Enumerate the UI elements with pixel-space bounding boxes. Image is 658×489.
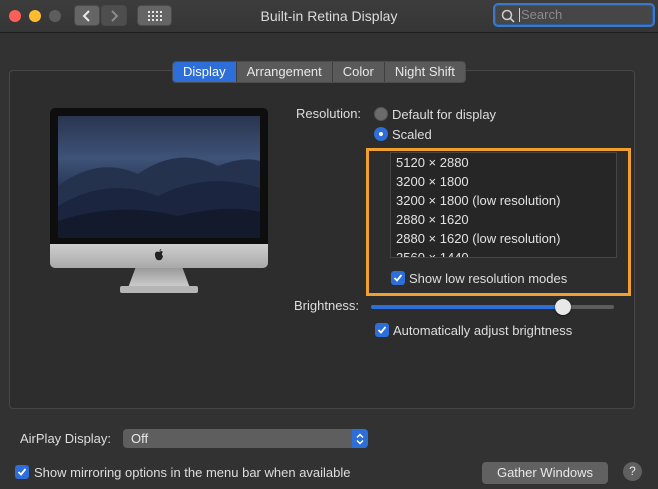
mirroring-checkbox[interactable] xyxy=(15,465,29,479)
checkmark-icon xyxy=(17,468,27,476)
monitor-chin xyxy=(50,244,268,268)
title-bar: Built-in Retina Display Search xyxy=(0,0,658,33)
resolution-list-item[interactable]: 5120 × 2880 xyxy=(391,153,616,172)
resolution-list-item[interactable]: 3200 × 1800 (low resolution) xyxy=(391,191,616,210)
resolution-list[interactable]: 5120 × 2880 3200 × 1800 3200 × 1800 (low… xyxy=(390,152,617,258)
gather-windows-button[interactable]: Gather Windows xyxy=(482,462,608,484)
auto-brightness-label[interactable]: Automatically adjust brightness xyxy=(393,323,572,338)
desktop-wallpaper xyxy=(58,116,260,238)
resolution-list-item[interactable]: 2560 × 1440 xyxy=(391,248,616,257)
show-low-res-label[interactable]: Show low resolution modes xyxy=(409,271,567,286)
brightness-slider[interactable] xyxy=(371,299,614,315)
monitor-bezel xyxy=(50,108,268,258)
search-icon xyxy=(501,9,515,23)
tab-color[interactable]: Color xyxy=(332,62,385,82)
resolution-list-item[interactable]: 2880 × 1620 (low resolution) xyxy=(391,229,616,248)
help-button[interactable]: ? xyxy=(623,462,642,481)
checkmark-icon xyxy=(377,326,387,334)
auto-brightness-checkbox[interactable] xyxy=(375,323,389,337)
airplay-label: AirPlay Display: xyxy=(20,431,112,446)
tab-arrangement[interactable]: Arrangement xyxy=(236,62,333,82)
select-arrows-icon xyxy=(352,429,368,448)
monitor-stand-base xyxy=(120,286,198,293)
airplay-select[interactable]: Off xyxy=(123,429,368,448)
checkmark-icon xyxy=(393,274,403,282)
show-low-res-checkbox[interactable] xyxy=(391,271,405,285)
mirroring-label[interactable]: Show mirroring options in the menu bar w… xyxy=(34,465,351,480)
default-resolution-radio[interactable] xyxy=(374,107,388,121)
tab-night-shift[interactable]: Night Shift xyxy=(384,62,465,82)
resolution-list-item[interactable]: 3200 × 1800 xyxy=(391,172,616,191)
dunes-image xyxy=(58,157,260,238)
monitor-stand xyxy=(128,268,190,288)
airplay-select-value: Off xyxy=(131,431,149,446)
tab-bar: Display Arrangement Color Night Shift xyxy=(172,61,466,83)
brightness-label: Brightness: xyxy=(294,298,360,313)
brightness-slider-knob[interactable] xyxy=(554,299,571,315)
default-resolution-label[interactable]: Default for display xyxy=(392,107,496,122)
resolution-label: Resolution: xyxy=(296,106,362,121)
resolution-list-item[interactable]: 2880 × 1620 xyxy=(391,210,616,229)
apple-logo-icon xyxy=(154,249,163,261)
search-input[interactable]: Search xyxy=(519,8,562,22)
display-illustration xyxy=(50,108,268,293)
scaled-resolution-label[interactable]: Scaled xyxy=(392,127,432,142)
tab-display[interactable]: Display xyxy=(173,62,237,82)
search-field[interactable]: Search xyxy=(493,3,655,27)
brightness-slider-fill xyxy=(371,305,563,309)
scaled-resolution-radio[interactable] xyxy=(374,127,388,141)
